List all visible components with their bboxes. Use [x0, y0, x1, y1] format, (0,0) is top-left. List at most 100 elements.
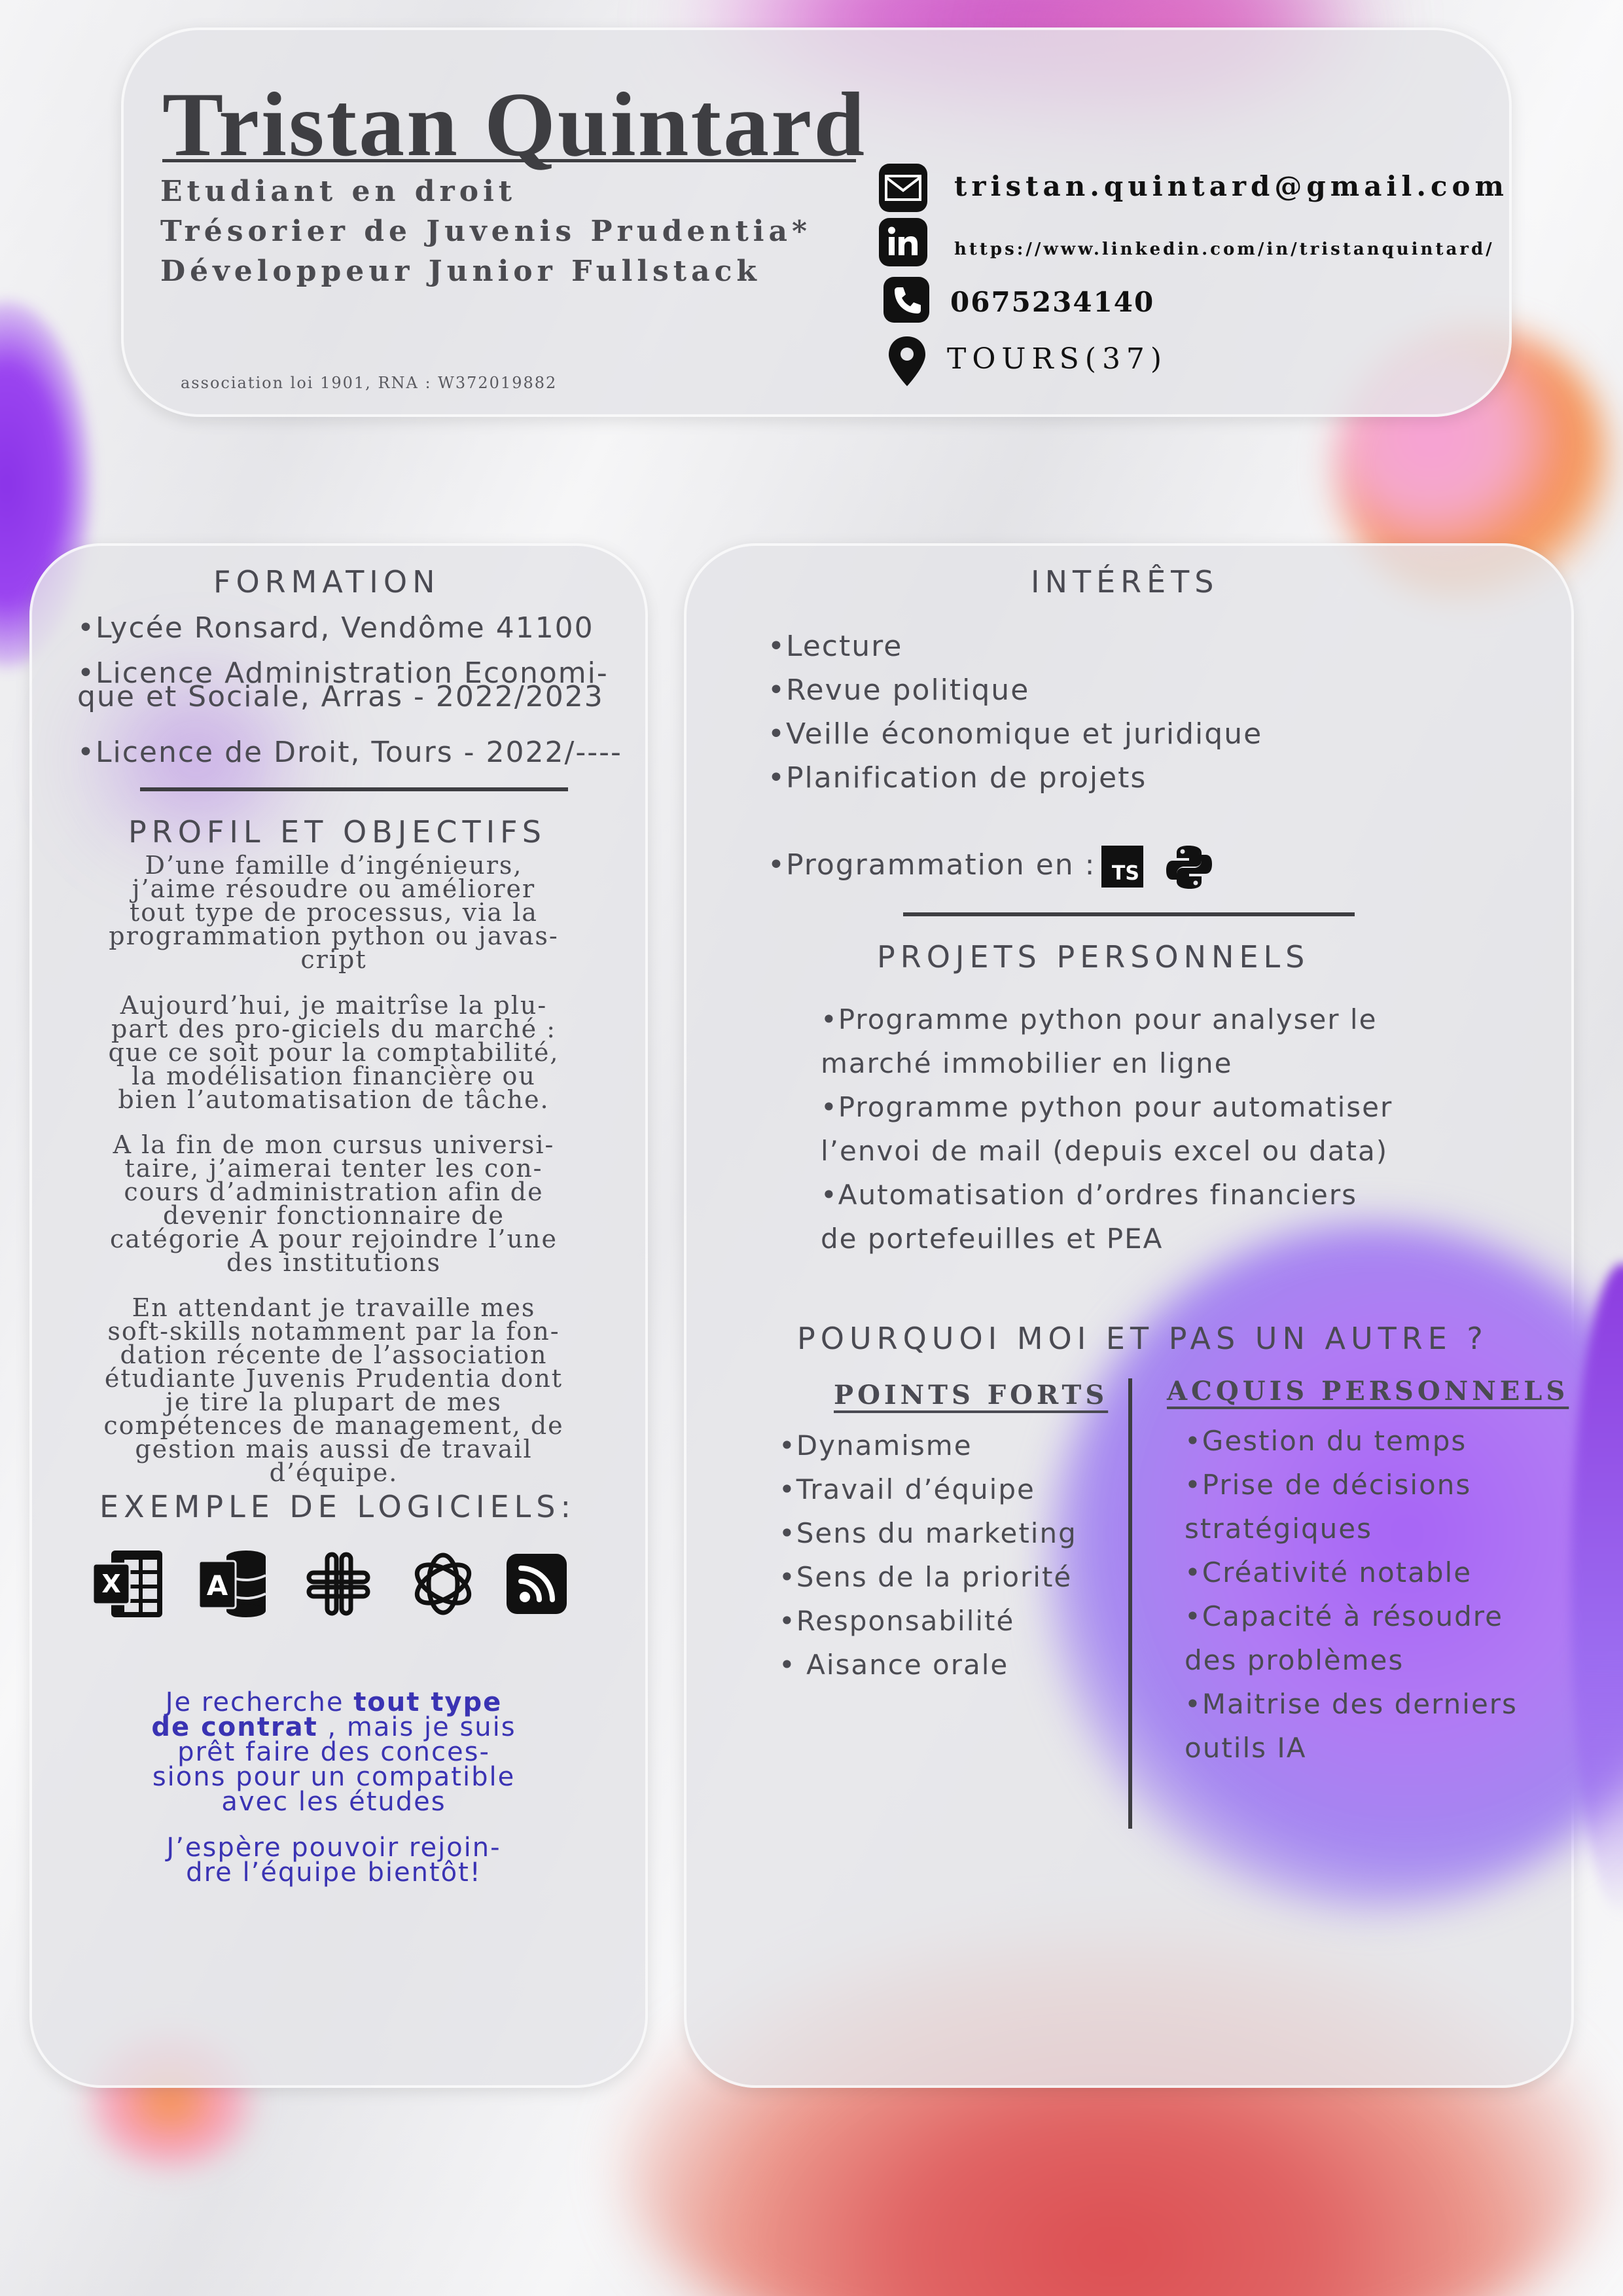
profil-line: En attendant je travaille mes [132, 1293, 536, 1322]
profil-line: tout type de processus, via la [130, 898, 538, 927]
profil-line: D’une famille d’ingénieurs, [145, 851, 523, 880]
profil-line: cours d’administration afin de [124, 1177, 544, 1206]
profil-line: que ce soit pour la comptabilité, [108, 1038, 560, 1067]
formation-item: •Licence Administration Economi- que et … [77, 659, 609, 713]
profil-line: catégorie A pour rejoindre l’une [110, 1225, 558, 1253]
location-pin-icon [886, 335, 928, 387]
name-underline [162, 159, 856, 162]
logiciels-title: EXEMPLE DE LOGICIELS: [99, 1489, 576, 1524]
profil-line: gestion mais aussi de travail [135, 1435, 533, 1463]
excel-icon: X [92, 1548, 164, 1620]
profil-line: d’équipe. [269, 1458, 399, 1487]
programming-label: •Programmation en : [768, 848, 1096, 882]
linkedin-link[interactable]: https://www.linkedin.com/in/tristanquint… [954, 240, 1495, 259]
typescript-icon-label: TS [1111, 862, 1139, 885]
profil-line: j’aime résoudre ou améliorer [132, 874, 536, 903]
interet-item: •Lecture [768, 630, 903, 663]
mail-icon [879, 164, 927, 212]
profil-paragraph: A la fin de mon cursus universi- taire, … [62, 1130, 605, 1277]
projet-line: •Programme python pour analyser le [821, 1003, 1378, 1035]
phone-icon [883, 277, 929, 323]
column-divider [1128, 1378, 1132, 1829]
roles-list: Etudiant en droit Trésorier de Juvenis P… [160, 171, 812, 291]
profil-paragraph: En attendant je travaille mes soft-skill… [62, 1293, 605, 1487]
point-fort-item: •Dynamisme [779, 1429, 972, 1462]
acquis-item: •Capacité à résoudre [1185, 1600, 1503, 1632]
profil-line: des institutions [226, 1248, 441, 1277]
acquis-item: •Gestion du temps [1185, 1425, 1467, 1457]
profil-line: compétences de management, de [103, 1411, 564, 1440]
access-icon-letter: A [207, 1570, 228, 1602]
location-text: TOURS(37) [947, 342, 1168, 376]
acquis-title: ACQUIS PERSONNELS [1167, 1376, 1569, 1407]
interet-item: •Planification de projets [768, 761, 1147, 795]
profil-paragraph: D’une famille d’ingénieurs, j’aime résou… [62, 851, 605, 974]
association-footnote: association loi 1901, RNA : W372019882 [181, 374, 558, 392]
projet-line: •Automatisation d’ordres financiers [821, 1179, 1357, 1211]
excel-icon-letter: X [101, 1570, 120, 1598]
closing-message: Je recherche tout type de contrat , mais… [65, 1689, 602, 1817]
points-forts-title: POINTS FORTS [834, 1380, 1109, 1410]
rss-icon [504, 1551, 569, 1617]
closing-line: dre l’équipe bientôt! [186, 1857, 482, 1888]
profil-line: part des pro-giciels du marché : [111, 1014, 557, 1043]
projet-line: marché immobilier en ligne [821, 1047, 1233, 1079]
profil-line: dation récente de l’association [120, 1340, 548, 1369]
point-fort-item: •Travail d’équipe [779, 1473, 1035, 1505]
acquis-item: outils IA [1185, 1732, 1307, 1764]
formation-item: •Lycée Ronsard, Vendôme 41100 [77, 611, 594, 645]
points-forts-list: •Dynamisme •Travail d’équipe •Sens du ma… [779, 1424, 1077, 1687]
profil-line: Aujourd’hui, je maitrîse la plu- [120, 991, 548, 1020]
section-divider [140, 787, 568, 791]
profil-line: A la fin de mon cursus universi- [113, 1130, 555, 1159]
profil-line: programmation python ou javas- [109, 922, 559, 950]
projets-list: •Programme python pour analyser le march… [821, 997, 1393, 1261]
point-fort-item: • Aisance orale [779, 1649, 1009, 1681]
pourquoi-title: POURQUOI MOI ET PAS UN AUTRE ? [797, 1321, 1488, 1356]
interet-item: •Veille économique et juridique [768, 717, 1263, 751]
access-icon: A [196, 1548, 268, 1620]
closing-line: J’espère pouvoir rejoin- [166, 1833, 501, 1863]
profil-title: PROFIL ET OBJECTIFS [128, 814, 546, 850]
closing-line: prêt faire des conces- [177, 1737, 490, 1767]
profil-line: la modélisation financière ou [132, 1062, 536, 1090]
slack-icon [302, 1548, 374, 1620]
chatgpt-icon [407, 1548, 479, 1620]
profil-line: bien l’automatisation de tâche. [118, 1085, 550, 1114]
acquis-item: stratégiques [1185, 1513, 1372, 1545]
typescript-icon: TS [1101, 846, 1143, 888]
phone-number[interactable]: 0675234140 [950, 286, 1154, 318]
role-item: Trésorier de Juvenis Prudentia* [160, 215, 812, 248]
acquis-item: •Prise de décisions [1185, 1469, 1472, 1501]
closing-line: avec les études [221, 1787, 446, 1817]
profil-line: taire, j’aimerai tenter les con- [124, 1154, 543, 1183]
profil-paragraph: Aujourd’hui, je maitrîse la plu- part de… [62, 991, 605, 1114]
point-fort-item: •Responsabilité [779, 1605, 1015, 1637]
point-fort-item: •Sens de la priorité [779, 1561, 1073, 1593]
closing-hope: J’espère pouvoir rejoin- dre l’équipe bi… [65, 1833, 602, 1888]
formation-item-line: que et Sociale, Arras - 2022/2023 [77, 680, 604, 713]
point-fort-item: •Sens du marketing [779, 1517, 1077, 1549]
profil-line: étudiante Juvenis Prudentia dont [104, 1364, 563, 1393]
role-item: Etudiant en droit [160, 175, 517, 208]
profil-line: devenir fonctionnaire de [163, 1201, 505, 1230]
email-link[interactable]: tristan.quintard@gmail.com [954, 170, 1508, 202]
acquis-list: •Gestion du temps •Prise de décisions st… [1185, 1419, 1518, 1770]
projet-line: •Programme python pour automatiser [821, 1091, 1393, 1123]
section-divider [903, 912, 1355, 916]
interets-title: INTÉRÊTS [1031, 564, 1219, 600]
interet-item: •Revue politique [768, 673, 1030, 707]
projet-line: de portefeuilles et PEA [821, 1223, 1164, 1255]
acquis-item: •Créativité notable [1185, 1556, 1472, 1588]
python-icon [1165, 843, 1213, 891]
formation-title: FORMATION [213, 564, 440, 600]
acquis-item: •Maitrise des derniers [1185, 1688, 1518, 1720]
projet-line: l’envoi de mail (depuis excel ou data) [821, 1135, 1389, 1167]
acquis-item: des problèmes [1185, 1644, 1404, 1676]
profil-line: je tire la plupart de mes [166, 1388, 502, 1416]
role-item: Développeur Junior Fullstack [160, 255, 761, 288]
closing-line: sions pour un compatible [152, 1762, 516, 1792]
profil-line: cript [300, 945, 367, 974]
linkedin-icon [879, 218, 927, 266]
profil-line: soft-skills notamment par la fon- [107, 1317, 560, 1346]
